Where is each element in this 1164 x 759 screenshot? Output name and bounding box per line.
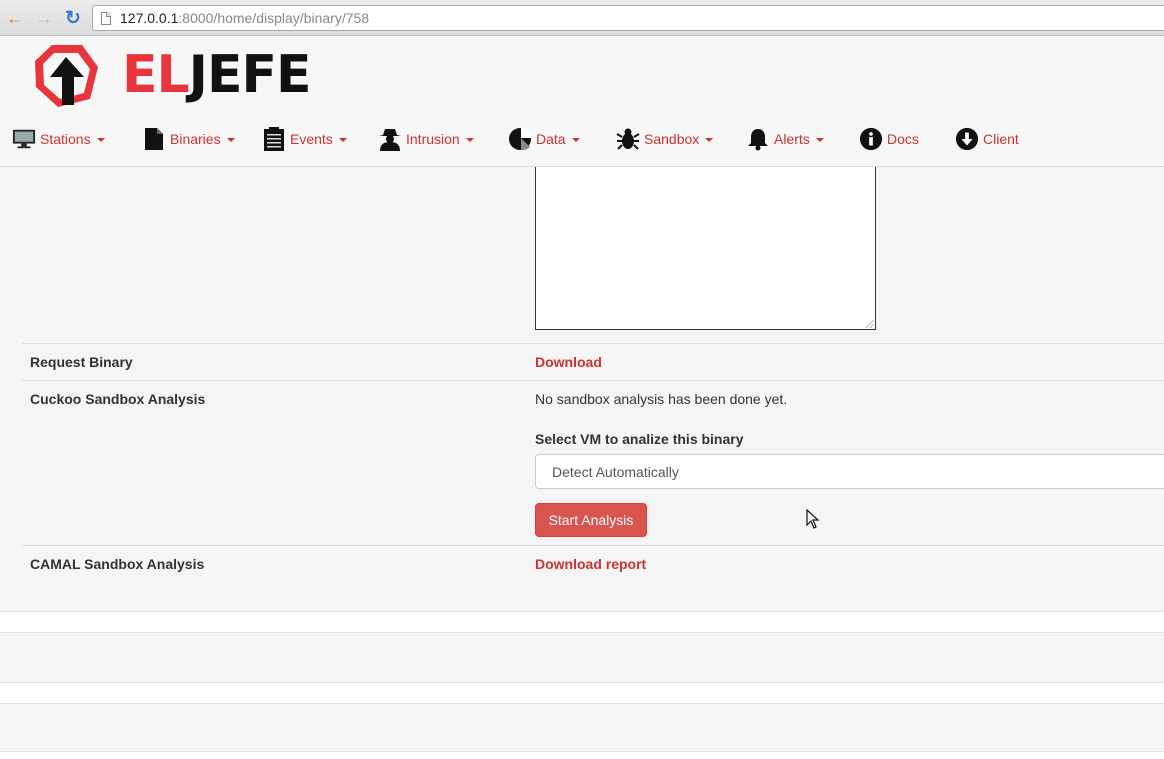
url-host: 127.0.0.1: [120, 10, 179, 26]
reload-icon[interactable]: ↻: [62, 7, 84, 29]
nav-label: Docs: [887, 131, 919, 147]
nav-label: Intrusion: [406, 131, 460, 147]
nav-label: Data: [536, 131, 566, 147]
clipboard-icon: [262, 126, 286, 152]
row-divider: [22, 545, 1164, 546]
logo-wordmark[interactable]: ELJEFE: [122, 45, 312, 105]
nav-label: Alerts: [774, 131, 810, 147]
page-icon: [101, 11, 111, 25]
back-arrow-icon[interactable]: ←: [4, 7, 26, 29]
logo-icon[interactable]: [32, 43, 100, 109]
address-bar[interactable]: 127.0.0.1:8000/home/display/binary/758: [92, 5, 1164, 31]
download-report-link[interactable]: Download report: [535, 556, 646, 572]
pie-chart-icon: [508, 126, 532, 152]
browser-toolbar: ← → ↻ 127.0.0.1:8000/home/display/binary…: [0, 0, 1164, 36]
file-icon: [142, 126, 166, 152]
start-analysis-button[interactable]: Start Analysis: [535, 503, 647, 537]
row-divider: [22, 343, 1164, 344]
forward-arrow-icon[interactable]: →: [33, 7, 55, 29]
nav-alerts[interactable]: Alerts: [746, 124, 824, 154]
nav-client[interactable]: Client: [955, 124, 1019, 154]
nav-events[interactable]: Events: [262, 124, 347, 154]
select-vm-label: Select VM to analize this binary: [535, 431, 744, 447]
chevron-down-icon: [465, 137, 474, 142]
nav-label: Binaries: [170, 131, 221, 147]
mouse-cursor-icon: [806, 509, 820, 529]
download-binary-link[interactable]: Download: [535, 354, 602, 370]
nav-data[interactable]: Data: [508, 124, 580, 154]
nav-intrusion[interactable]: Intrusion: [378, 124, 474, 154]
chevron-down-icon: [338, 137, 347, 142]
vm-select[interactable]: Detect Automatically: [535, 454, 1164, 489]
nav-label: Stations: [40, 131, 91, 147]
cuckoo-label: Cuckoo Sandbox Analysis: [30, 391, 206, 407]
info-icon: [859, 126, 883, 152]
nav-binaries[interactable]: Binaries: [142, 124, 235, 154]
site-header: ELJEFE Stations Binaries Events Intrusio…: [0, 36, 1164, 167]
chevron-down-icon: [705, 137, 714, 142]
cuckoo-status: No sandbox analysis has been done yet.: [535, 391, 788, 407]
chevron-down-icon: [815, 137, 824, 142]
camal-label: CAMAL Sandbox Analysis: [30, 556, 205, 572]
request-binary-label: Request Binary: [30, 354, 133, 370]
nav-label: Sandbox: [644, 131, 700, 147]
monitor-icon: [12, 126, 36, 152]
nav-stations[interactable]: Stations: [12, 124, 105, 154]
chevron-down-icon: [571, 137, 580, 142]
empty-band: [0, 611, 1164, 633]
nav-label: Client: [983, 131, 1019, 147]
main-navbar: Stations Binaries Events Intrusion Data: [0, 124, 1164, 154]
bug-icon: [616, 126, 640, 152]
row-divider: [22, 380, 1164, 381]
nav-label: Events: [290, 131, 333, 147]
vm-select-value: Detect Automatically: [552, 463, 679, 480]
bell-icon: [746, 126, 770, 152]
resize-grip-icon[interactable]: [866, 320, 874, 328]
url-path: :8000/home/display/binary/758: [178, 10, 370, 26]
nav-sandbox[interactable]: Sandbox: [616, 124, 714, 154]
chevron-down-icon: [96, 137, 105, 142]
logo-el: EL: [122, 45, 190, 105]
logo-jefe: JEFE: [188, 45, 312, 105]
nav-docs[interactable]: Docs: [859, 124, 919, 154]
chevron-down-icon: [226, 137, 235, 142]
spy-icon: [378, 126, 402, 152]
download-circle-icon: [955, 126, 979, 152]
notes-textarea[interactable]: [535, 167, 876, 330]
empty-band: [0, 682, 1164, 704]
